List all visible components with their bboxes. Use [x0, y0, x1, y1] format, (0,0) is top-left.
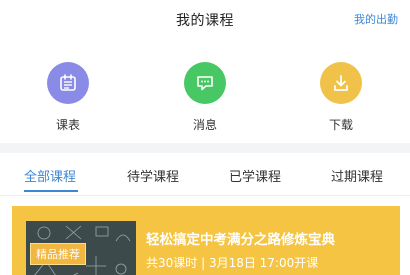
course-title: 轻松搞定中考满分之路修炼宝典: [146, 232, 335, 248]
download-button[interactable]: 下载: [306, 62, 376, 133]
messages-label: 消息: [192, 118, 217, 132]
my-courses-screen: 我的课程 我的出勤 课表 消息 下载 全部课程 待学课程 已学课程 过期课程 精…: [0, 0, 410, 275]
featured-badge: 精品推荐: [30, 243, 86, 265]
tab-all-courses[interactable]: 全部课程: [24, 166, 76, 185]
active-tab-indicator: [24, 190, 78, 192]
download-icon: [320, 62, 362, 104]
schedule-label: 课表: [55, 118, 80, 132]
calendar-icon: [47, 62, 89, 104]
my-attendance-link[interactable]: 我的出勤: [354, 11, 398, 27]
messages-button[interactable]: 消息: [170, 62, 240, 133]
course-tabs: 全部课程 待学课程 已学课程 过期课程: [0, 153, 410, 196]
page-title: 我的课程: [176, 13, 234, 29]
tab-pending-courses[interactable]: 待学课程: [127, 166, 179, 185]
course-meta: 共30课时 | 3月18日 17:00开课: [146, 256, 319, 270]
download-label: 下载: [328, 118, 353, 132]
course-thumbnail: 精品推荐: [26, 221, 136, 275]
course-card[interactable]: 精品推荐 轻松搞定中考满分之路修炼宝典 共30课时 | 3月18日 17:00开…: [12, 206, 400, 275]
quick-actions: 课表 消息 下载: [0, 62, 410, 142]
tab-learned-courses[interactable]: 已学课程: [229, 166, 281, 185]
chat-icon: [184, 62, 226, 104]
schedule-button[interactable]: 课表: [33, 62, 103, 133]
header: 我的课程 我的出勤: [0, 0, 410, 40]
tab-expired-courses[interactable]: 过期课程: [331, 166, 383, 185]
section-divider: [0, 143, 410, 153]
